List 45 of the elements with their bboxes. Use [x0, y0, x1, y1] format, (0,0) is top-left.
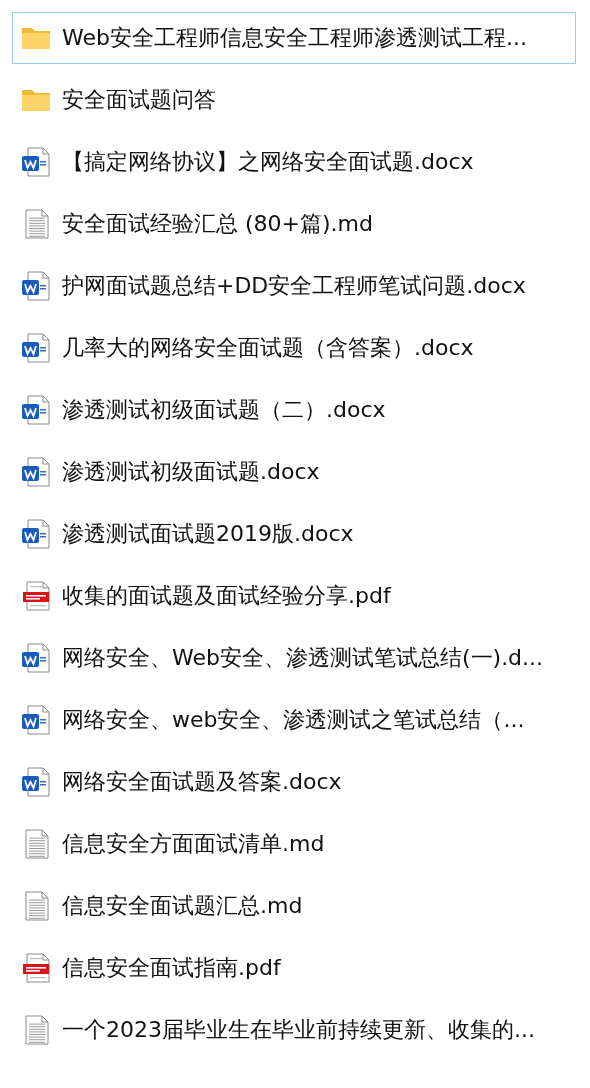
- file-name: 信息安全面试指南.pdf: [62, 954, 281, 982]
- word-document-icon: [20, 332, 52, 364]
- file-item[interactable]: 安全面试题问答: [12, 74, 576, 126]
- file-item[interactable]: 收集的面试题及面试经验分享.pdf: [12, 570, 576, 622]
- word-document-icon: [20, 766, 52, 798]
- file-item[interactable]: 网络安全、Web安全、渗透测试笔试总结(一).d...: [12, 632, 576, 684]
- pdf-document-icon: [20, 952, 52, 984]
- file-name: 渗透测试初级面试题（二）.docx: [62, 396, 386, 424]
- word-document-icon: [20, 456, 52, 488]
- file-name: 安全面试经验汇总 (80+篇).md: [62, 210, 373, 238]
- word-document-icon: [20, 704, 52, 736]
- word-document-icon: [20, 518, 52, 550]
- file-name: 渗透测试面试题2019版.docx: [62, 520, 354, 548]
- file-name: 网络安全、web安全、渗透测试之笔试总结（...: [62, 706, 525, 734]
- file-name: 信息安全面试题汇总.md: [62, 892, 303, 920]
- file-name: 几率大的网络安全面试题（含答案）.docx: [62, 334, 474, 362]
- file-item[interactable]: 渗透测试初级面试题（二）.docx: [12, 384, 576, 436]
- word-document-icon: [20, 270, 52, 302]
- file-item[interactable]: 信息安全面试题汇总.md: [12, 880, 576, 932]
- file-item[interactable]: 信息安全方面面试清单.md: [12, 818, 576, 870]
- file-name: 护网面试题总结+DD安全工程师笔试问题.docx: [62, 272, 526, 300]
- file-item[interactable]: 网络安全面试题及答案.docx: [12, 756, 576, 808]
- file-name: Web安全工程师信息安全工程师渗透测试工程...: [62, 24, 527, 52]
- file-item[interactable]: 渗透测试面试题2019版.docx: [12, 508, 576, 560]
- file-name: 网络安全、Web安全、渗透测试笔试总结(一).d...: [62, 644, 544, 672]
- file-item[interactable]: 渗透测试初级面试题.docx: [12, 446, 576, 498]
- file-name: 安全面试题问答: [62, 86, 216, 114]
- word-document-icon: [20, 642, 52, 674]
- pdf-document-icon: [20, 580, 52, 612]
- file-name: 渗透测试初级面试题.docx: [62, 458, 320, 486]
- file-item[interactable]: 【搞定网络协议】之网络安全面试题.docx: [12, 136, 576, 188]
- file-item[interactable]: Web安全工程师信息安全工程师渗透测试工程...: [12, 12, 576, 64]
- file-item[interactable]: 安全面试经验汇总 (80+篇).md: [12, 198, 576, 250]
- word-document-icon: [20, 394, 52, 426]
- file-item[interactable]: 护网面试题总结+DD安全工程师笔试问题.docx: [12, 260, 576, 312]
- file-item[interactable]: 信息安全面试指南.pdf: [12, 942, 576, 994]
- file-item[interactable]: 一个2023届毕业生在毕业前持续更新、收集的...: [12, 1004, 576, 1056]
- file-name: 一个2023届毕业生在毕业前持续更新、收集的...: [62, 1016, 535, 1044]
- file-item[interactable]: 几率大的网络安全面试题（含答案）.docx: [12, 322, 576, 374]
- file-name: 信息安全方面面试清单.md: [62, 830, 325, 858]
- file-name: 网络安全面试题及答案.docx: [62, 768, 342, 796]
- file-name: 收集的面试题及面试经验分享.pdf: [62, 582, 391, 610]
- file-name: 【搞定网络协议】之网络安全面试题.docx: [62, 148, 474, 176]
- word-document-icon: [20, 146, 52, 178]
- file-item[interactable]: 网络安全、web安全、渗透测试之笔试总结（...: [12, 694, 576, 746]
